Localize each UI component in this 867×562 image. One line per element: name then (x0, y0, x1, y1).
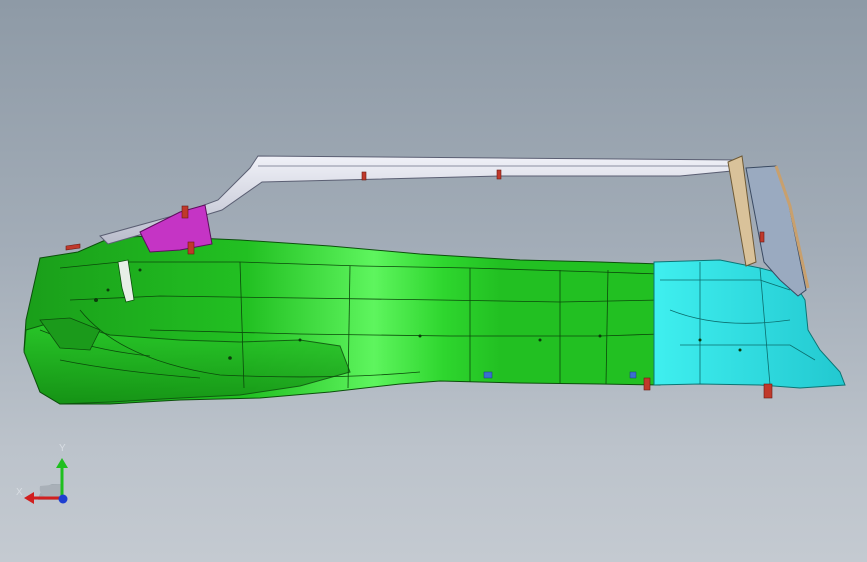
a-pillar-bracket[interactable] (139, 204, 213, 253)
coordinate-triad (24, 458, 68, 504)
x-axis-label: X (16, 487, 23, 498)
pin (759, 231, 765, 243)
pin (763, 383, 773, 399)
pin (187, 241, 195, 255)
pin (65, 243, 81, 251)
pin (361, 171, 367, 181)
cad-viewport[interactable]: Y X (0, 0, 867, 562)
x-axis-arrow (24, 492, 34, 504)
y-axis-label: Y (59, 443, 66, 454)
pin (643, 377, 651, 391)
pin (181, 205, 189, 219)
rear-section[interactable] (653, 259, 846, 389)
z-axis-point (58, 494, 68, 504)
pin (496, 169, 502, 180)
y-axis-arrow (56, 458, 68, 468)
car-body-model[interactable] (0, 0, 867, 562)
